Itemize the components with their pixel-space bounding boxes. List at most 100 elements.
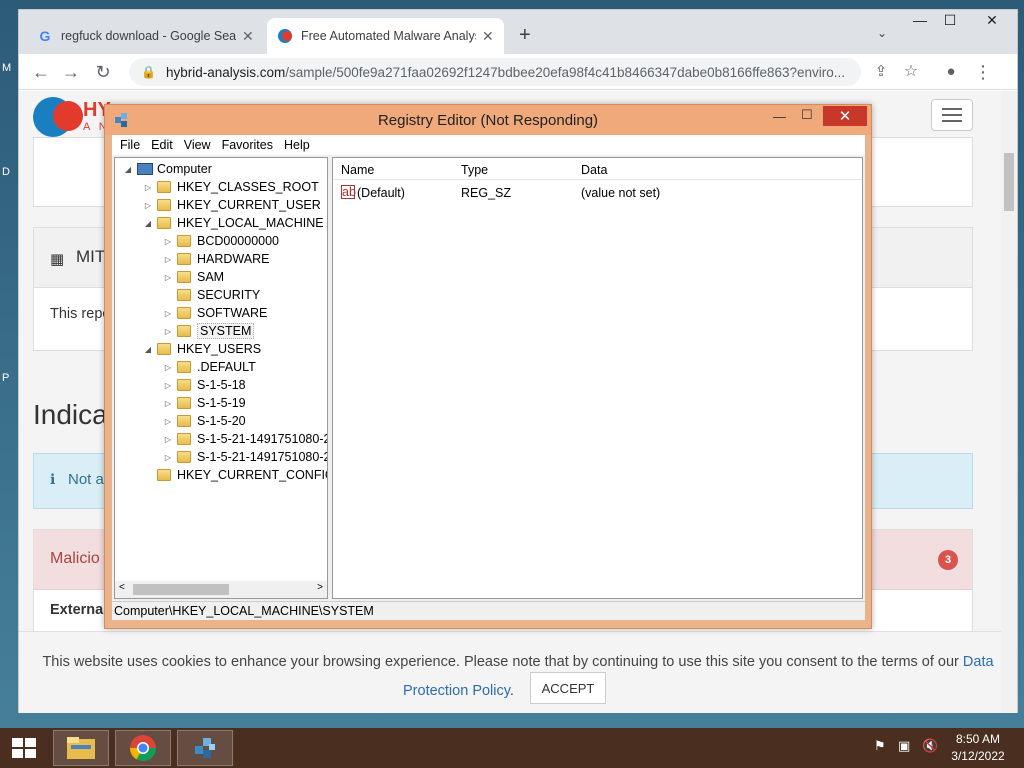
malicious-label: Malicio	[50, 550, 100, 567]
menu-kebab-icon[interactable]: ⋮	[971, 60, 995, 84]
indicators-heading: Indica	[33, 399, 108, 430]
folder-icon	[177, 451, 191, 463]
scroll-right-icon[interactable]: >	[317, 582, 323, 593]
tree-node[interactable]: ▷ S-1-5-21-1491751080-236	[163, 430, 327, 448]
tree-node[interactable]: ▷ HKEY_CURRENT_USER	[143, 196, 321, 214]
expand-icon[interactable]: ▷	[163, 309, 173, 318]
desktop-icon-label: D	[2, 166, 10, 178]
external-label: External	[50, 602, 108, 618]
network-icon[interactable]: ▣	[898, 738, 910, 754]
maximize-button[interactable]: ☐	[801, 107, 813, 123]
chrome-icon[interactable]	[115, 730, 171, 766]
google-icon: G	[39, 28, 51, 44]
expand-icon[interactable]: ▷	[163, 453, 173, 462]
scroll-left-icon[interactable]: <	[119, 582, 125, 593]
clock-date: 3/12/2022	[951, 749, 1005, 763]
folder-icon	[157, 469, 171, 481]
bookmark-star-icon[interactable]: ☆	[899, 60, 923, 84]
expand-icon[interactable]: ▷	[163, 399, 173, 408]
column-header-type[interactable]: Type	[461, 163, 488, 177]
tree-node[interactable]: ▷ S-1-5-20	[163, 412, 246, 430]
collapse-icon[interactable]: ◢	[123, 165, 133, 174]
menu-view[interactable]: View	[184, 138, 211, 152]
tree-node[interactable]: SECURITY	[163, 286, 260, 304]
hamburger-menu-button[interactable]	[931, 99, 973, 131]
expand-icon[interactable]: ▷	[163, 417, 173, 426]
tree-horizontal-scrollbar[interactable]: < >	[115, 581, 327, 598]
tab-search-icon[interactable]: ⌄	[877, 26, 887, 40]
clock[interactable]: 8:50 AM 3/12/2022	[942, 731, 1014, 765]
tree-node[interactable]: ◢ Computer	[123, 160, 212, 178]
expand-icon[interactable]: ▷	[163, 273, 173, 282]
menu-edit[interactable]: Edit	[151, 138, 173, 152]
expand-icon[interactable]: ▷	[163, 381, 173, 390]
table-icon: ▦	[50, 251, 65, 268]
tree-node[interactable]: ▷ HKEY_CLASSES_ROOT	[143, 178, 319, 196]
menu-file[interactable]: File	[120, 138, 140, 152]
tab-google-search[interactable]: G regfuck download - Google Sear ✕	[27, 18, 264, 54]
tree-node[interactable]: ◢ HKEY_LOCAL_MACHINE	[143, 214, 324, 232]
regedit-icon[interactable]	[177, 730, 233, 766]
menu-favorites[interactable]: Favorites	[222, 138, 273, 152]
tab-hybrid-analysis[interactable]: Free Automated Malware Analysi ✕	[267, 18, 504, 54]
tree-node[interactable]: ▷ HARDWARE	[163, 250, 270, 268]
scrollbar-thumb[interactable]	[1004, 153, 1014, 211]
data-protection-link[interactable]: Data	[963, 654, 994, 670]
back-icon[interactable]: ←	[29, 60, 53, 84]
column-header-name[interactable]: Name	[341, 163, 374, 177]
registry-editor-titlebar[interactable]: Registry Editor (Not Responding) — ☐ ✕	[105, 105, 871, 135]
expand-icon[interactable]: ▷	[163, 435, 173, 444]
tree-node[interactable]: ▷ .DEFAULT	[163, 358, 256, 376]
start-button[interactable]	[10, 736, 38, 760]
volume-muted-icon[interactable]: 🔇	[922, 738, 938, 754]
new-tab-button[interactable]: +	[519, 24, 531, 47]
tree-node-label: HARDWARE	[197, 252, 270, 266]
address-bar[interactable]: 🔒 hybrid-analysis.com/sample/500fe9a271f…	[129, 58, 861, 86]
folder-icon	[177, 361, 191, 373]
collapse-icon[interactable]: ◢	[143, 345, 153, 354]
reload-icon[interactable]: ↻	[91, 60, 115, 84]
registry-editor-window: Registry Editor (Not Responding) — ☐ ✕ F…	[104, 104, 872, 629]
expand-icon[interactable]: ▷	[163, 327, 173, 336]
share-icon[interactable]: ⇪	[869, 60, 893, 84]
page-scrollbar[interactable]	[1001, 91, 1017, 713]
tree-node[interactable]: ▷ S-1-5-21-1491751080-236	[163, 448, 327, 466]
tree-node[interactable]: ▷ SOFTWARE	[163, 304, 267, 322]
collapse-icon[interactable]: ◢	[143, 219, 153, 228]
folder-icon	[157, 343, 171, 355]
tree-node[interactable]: ▷ BCD00000000	[163, 232, 279, 250]
scrollbar-thumb[interactable]	[133, 584, 229, 595]
close-tab-icon[interactable]: ✕	[482, 28, 494, 45]
maximize-button[interactable]: ☐	[935, 12, 965, 32]
forward-icon[interactable]: →	[59, 60, 83, 84]
tree-node[interactable]: ▷ S-1-5-18	[163, 376, 246, 394]
tree-node[interactable]: ◢ HKEY_USERS	[143, 340, 261, 358]
expand-icon[interactable]: ▷	[143, 201, 153, 210]
flag-icon[interactable]: ⚑	[874, 738, 886, 754]
close-tab-icon[interactable]: ✕	[242, 28, 254, 45]
tree-node[interactable]: HKEY_CURRENT_CONFIG	[143, 466, 328, 484]
minimize-button[interactable]: —	[773, 109, 786, 124]
column-header-data[interactable]: Data	[581, 163, 607, 177]
tree-node[interactable]: ▷ SAM	[163, 268, 224, 286]
expand-icon[interactable]: ▷	[163, 255, 173, 264]
accept-cookies-button[interactable]: ACCEPT	[530, 672, 606, 704]
close-window-button[interactable]: ✕	[977, 12, 1007, 32]
expand-icon[interactable]: ▷	[163, 363, 173, 372]
tree-node-label: SYSTEM	[197, 323, 255, 339]
data-protection-link-2[interactable]: Protection Policy	[403, 683, 510, 699]
expand-icon[interactable]: ▷	[163, 237, 173, 246]
cookie-banner: This website uses cookies to enhance you…	[19, 631, 1017, 713]
profile-icon[interactable]: ●	[939, 60, 963, 84]
menu-help[interactable]: Help	[284, 138, 310, 152]
tree-node[interactable]: ▷ SYSTEM	[163, 322, 255, 340]
tree-node-label: HKEY_CURRENT_USER	[177, 198, 321, 212]
tree-node-label: S-1-5-21-1491751080-236	[197, 432, 327, 446]
tree-node-label: HKEY_CURRENT_CONFIG	[177, 468, 328, 482]
tree-node[interactable]: ▷ S-1-5-19	[163, 394, 246, 412]
cookie-text-line: This website uses cookies to enhance you…	[42, 654, 994, 670]
minimize-button[interactable]: —	[905, 12, 935, 32]
file-explorer-icon[interactable]	[53, 730, 109, 766]
close-button[interactable]: ✕	[823, 106, 867, 126]
expand-icon[interactable]: ▷	[143, 183, 153, 192]
